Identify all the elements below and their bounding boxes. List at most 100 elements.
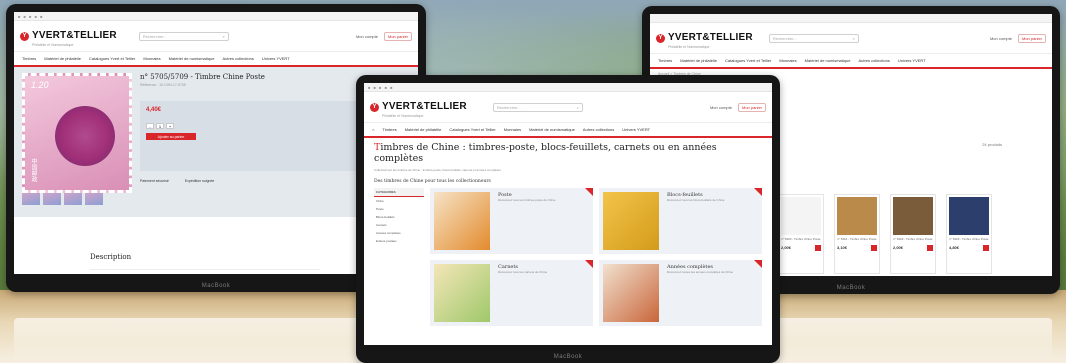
nav-item-univers[interactable]: Univers YVERT [262, 56, 290, 61]
sidebar-item-poste[interactable]: Poste [374, 205, 424, 213]
nav-item-timbres[interactable]: Timbres [22, 56, 36, 61]
search-icon[interactable]: ⌕ [853, 36, 855, 41]
category-image[interactable] [603, 192, 659, 250]
nav-item-materiel-numismatique[interactable]: Matériel de numismatique [169, 56, 215, 61]
cart-add-icon[interactable] [871, 245, 877, 251]
nav-item-univers[interactable]: Univers YVERT [898, 58, 926, 63]
category-sidebar: CATEGORIES Chine Poste Blocs-feuillets C… [374, 188, 424, 326]
nav-item-materiel-philatelie[interactable]: Matériel de philatélie [405, 127, 442, 132]
title-text: imbres de Chine : timbres-poste, blocs-f… [374, 142, 717, 164]
product-card[interactable]: n° 5402 - Timbre Chine Poste 2,00€ [890, 194, 936, 274]
category-card-blocs[interactable]: Blocs-feuillets Découvrez tous les blocs-… [599, 188, 762, 254]
site-logo[interactable]: Y YVERT&TELLIER Philatélie et Numismatiqu… [20, 25, 117, 47]
product-name[interactable]: n° 5401 - Timbre Chine Poste [837, 237, 876, 241]
nav-item-autres[interactable]: Autres collections [583, 127, 614, 132]
flower-illustration [55, 106, 115, 166]
nav-item-univers[interactable]: Univers YVERT [622, 127, 650, 132]
product-stamp-image[interactable]: 1.20 中国邮政 [22, 73, 132, 193]
cart-add-icon[interactable] [815, 245, 821, 251]
category-image[interactable] [603, 264, 659, 322]
home-icon[interactable]: ⌂ [372, 127, 374, 132]
search-input[interactable]: Rechercher... ⌕ [138, 31, 229, 41]
logo-text: YVERT&TELLIER [32, 30, 117, 41]
nav-item-materiel-numismatique[interactable]: Matériel de numismatique [529, 127, 575, 132]
category-desc: Découvrez tous les carnets de Chine [498, 270, 548, 274]
product-image[interactable] [837, 197, 877, 235]
category-image[interactable] [434, 264, 490, 322]
cart-button[interactable]: Mon panier [1017, 33, 1046, 43]
nav-item-catalogues[interactable]: Catalogues Yvert et Tellier [725, 58, 771, 63]
product-image[interactable] [781, 197, 821, 235]
main-nav: Timbres Matériel de philatélie Catalogue… [650, 54, 1052, 69]
account-link[interactable]: Mon compte [990, 36, 1012, 41]
cart-add-icon[interactable] [983, 245, 989, 251]
nav-item-materiel-philatelie[interactable]: Matériel de philatélie [680, 58, 717, 63]
top-utility-bar [650, 14, 1052, 23]
logo-mark-icon: Y [656, 33, 665, 43]
category-card-poste[interactable]: Poste Découvrez tous les timbres-poste de… [430, 188, 593, 254]
product-name[interactable]: n° 5400 - Timbre Chine Poste [781, 237, 820, 241]
search-input[interactable]: Rechercher... ⌕ [492, 102, 583, 112]
site-header: Y YVERT&TELLIER Philatélie et Numismatiqu… [364, 92, 772, 123]
laptop-center: ■ ■ ■ ■ ■ Y YVERT&TELLIER Philatélie et N… [356, 75, 780, 363]
product-price: 2,00€ [781, 245, 821, 251]
result-count: 24 produits [982, 142, 1002, 147]
stamp-country: 中国邮政 [30, 158, 36, 182]
nav-item-catalogues[interactable]: Catalogues Yvert et Tellier [89, 56, 135, 61]
nav-item-monnaies[interactable]: Monnaies [504, 127, 521, 132]
nav-item-timbres[interactable]: Timbres [658, 58, 672, 63]
qty-plus-button[interactable]: + [166, 123, 174, 129]
qty-minus-button[interactable]: - [146, 123, 154, 129]
product-name[interactable]: n° 5403 - Timbre Chine Poste [949, 237, 988, 241]
category-card-carnets[interactable]: Carnets Découvrez tous les carnets de Chi… [430, 260, 593, 326]
product-card[interactable]: n° 5400 - Timbre Chine Poste 2,00€ [778, 194, 824, 274]
add-to-cart-button[interactable]: Ajouter au panier [146, 133, 196, 140]
nav-item-autres[interactable]: Autres collections [222, 56, 253, 61]
language-flags[interactable]: ■ ■ ■ ■ ■ [368, 85, 394, 90]
cart-add-icon[interactable] [927, 245, 933, 251]
category-card-annees[interactable]: Années complètes Découvrez toutes les ann… [599, 260, 762, 326]
nav-item-catalogues[interactable]: Catalogues Yvert et Tellier [449, 127, 495, 132]
sidebar-item-chine[interactable]: Chine [374, 197, 424, 205]
sidebar-item-blocs[interactable]: Blocs-feuillets [374, 213, 424, 221]
corner-ribbon-icon [754, 260, 762, 268]
category-grid: Poste Découvrez tous les timbres-poste de… [430, 188, 762, 326]
site-logo[interactable]: Y YVERT&TELLIER Philatélie et Numismatiqu… [370, 96, 467, 118]
sidebar-header: CATEGORIES [374, 188, 424, 197]
search-icon[interactable]: ⌕ [223, 34, 225, 39]
sidebar-item-carnets[interactable]: Carnets [374, 221, 424, 229]
sidebar-item-annees[interactable]: Années complètes [374, 229, 424, 237]
site-logo[interactable]: Y YVERT&TELLIER Philatélie et Numismatiqu… [656, 27, 753, 49]
intro-text: Collectionnez les timbres de Chine : tim… [374, 168, 502, 172]
category-image[interactable] [434, 192, 490, 250]
cart-button[interactable]: Mon panier [737, 102, 766, 112]
top-utility-bar: ■ ■ ■ ■ ■ [14, 12, 418, 21]
product-image[interactable] [893, 197, 933, 235]
cart-button[interactable]: Mon panier [383, 31, 412, 41]
sidebar-item-entiers[interactable]: Entiers postaux [374, 237, 424, 245]
search-input[interactable]: Rechercher... ⌕ [768, 33, 859, 43]
feature-secure-payment: Paiement sécurisé [140, 179, 169, 183]
product-image[interactable] [949, 197, 989, 235]
nav-item-monnaies[interactable]: Monnaies [143, 56, 160, 61]
category-desc: Découvrez toutes les années complètes de… [667, 270, 734, 274]
language-flags[interactable]: ■ ■ ■ ■ ■ [18, 14, 44, 19]
product-price: 4,80€ [949, 245, 989, 251]
account-link[interactable]: Mon compte [710, 105, 732, 110]
nav-item-materiel-numismatique[interactable]: Matériel de numismatique [805, 58, 851, 63]
corner-ribbon-icon [585, 188, 593, 196]
logo-text: YVERT&TELLIER [668, 32, 753, 43]
logo-tagline: Philatélie et Numismatique [32, 43, 74, 47]
product-card[interactable]: n° 5403 - Timbre Chine Poste 4,80€ [946, 194, 992, 274]
account-link[interactable]: Mon compte [356, 34, 378, 39]
nav-item-monnaies[interactable]: Monnaies [779, 58, 796, 63]
product-name[interactable]: n° 5402 - Timbre Chine Poste [893, 237, 932, 241]
nav-item-autres[interactable]: Autres collections [858, 58, 889, 63]
nav-item-materiel-philatelie[interactable]: Matériel de philatélie [44, 56, 81, 61]
nav-item-timbres[interactable]: Timbres [382, 127, 396, 132]
qty-value[interactable]: 1 [156, 123, 164, 129]
product-price: 3,10€ [837, 245, 877, 251]
search-icon[interactable]: ⌕ [577, 105, 579, 110]
product-card[interactable]: n° 5401 - Timbre Chine Poste 3,10€ [834, 194, 880, 274]
screen-china-stamps: ■ ■ ■ ■ ■ Y YVERT&TELLIER Philatélie et N… [364, 83, 772, 345]
